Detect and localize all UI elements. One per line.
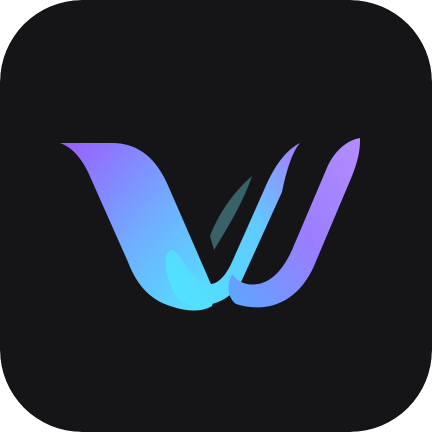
app-icon[interactable] xyxy=(0,0,432,432)
w-ribbon-logo-icon xyxy=(0,0,432,432)
icon-background xyxy=(0,0,432,432)
